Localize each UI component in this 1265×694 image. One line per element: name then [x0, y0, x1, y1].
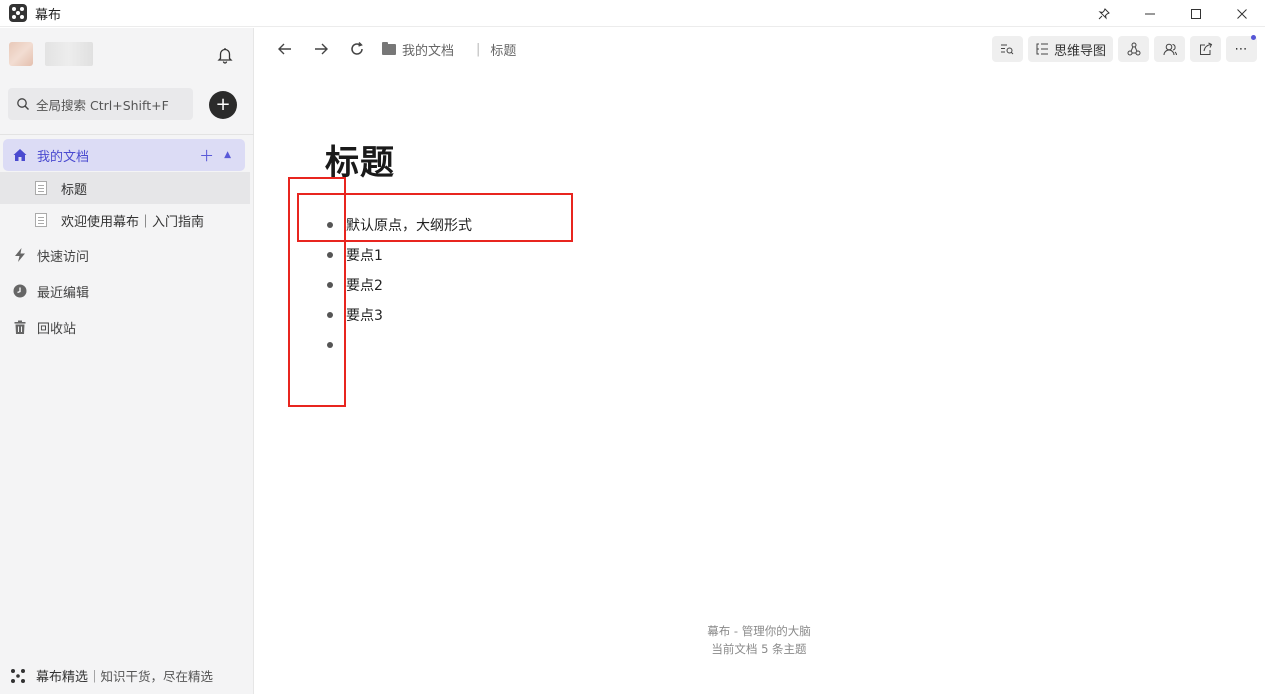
- sidebar: 全局搜索 Ctrl+Shift+F + 我的文档 ＋ ▲ 标题 欢迎使用幕布｜入…: [0, 28, 254, 694]
- close-button[interactable]: [1219, 0, 1265, 27]
- toolbar-actions: 思维导图 ⋯: [991, 35, 1257, 62]
- more-button[interactable]: ⋯: [1226, 35, 1257, 62]
- clock-icon: [12, 283, 28, 299]
- add-new-button[interactable]: +: [209, 91, 237, 119]
- featured-subtitle: 知识干货，尽在精选: [100, 669, 214, 684]
- document-icon: [35, 213, 47, 227]
- minimize-button[interactable]: [1127, 0, 1173, 27]
- back-arrow-icon[interactable]: [275, 39, 295, 59]
- notification-dot: [1251, 35, 1256, 40]
- mubu-logo-icon: [10, 668, 26, 684]
- mindmap-label: 思维导图: [1053, 43, 1106, 59]
- outline-item-text[interactable]: 要点1: [346, 245, 383, 265]
- sidebar-item-label: 回收站: [37, 321, 77, 337]
- doc-item-label: 欢迎使用幕布｜入门指南: [61, 214, 205, 230]
- refresh-icon[interactable]: [347, 39, 367, 59]
- window-title: 幕布: [35, 7, 62, 23]
- featured-separator: ｜: [88, 669, 101, 684]
- title-bar: 幕布: [0, 0, 1265, 27]
- sidebar-item-recent[interactable]: 最近编辑: [3, 275, 245, 307]
- featured-link[interactable]: 幕布精选 ｜ 知识干货，尽在精选: [10, 666, 213, 685]
- network-icon: [1127, 42, 1140, 56]
- breadcrumb-separator: |: [476, 42, 481, 57]
- forward-arrow-icon[interactable]: [311, 39, 331, 59]
- search-placeholder: 全局搜索 Ctrl+Shift+F: [36, 97, 169, 113]
- doc-item-welcome[interactable]: 欢迎使用幕布｜入门指南: [0, 204, 250, 236]
- more-icon: ⋯: [1234, 41, 1249, 57]
- maximize-button[interactable]: [1173, 0, 1219, 27]
- breadcrumb-current: 标题: [490, 44, 517, 59]
- share-button[interactable]: [1190, 36, 1221, 62]
- doc-item-label: 标题: [61, 182, 88, 198]
- app-logo-icon: [9, 4, 27, 22]
- share-network-button[interactable]: [1118, 36, 1149, 62]
- mindmap-icon: [1036, 43, 1048, 55]
- sidebar-item-recycle-bin[interactable]: 回收站: [3, 311, 245, 343]
- user-profile[interactable]: [9, 42, 93, 66]
- collapse-icon[interactable]: ▲: [224, 150, 231, 160]
- sidebar-item-label: 快速访问: [37, 249, 90, 265]
- window-controls: [1081, 0, 1265, 27]
- document-icon: [35, 181, 47, 195]
- bell-icon[interactable]: [216, 46, 234, 64]
- list-search-icon: [1001, 44, 1014, 55]
- collaborate-button[interactable]: [1154, 36, 1185, 62]
- home-icon: [12, 147, 28, 163]
- avatar[interactable]: [9, 42, 33, 66]
- sidebar-item-quick-access[interactable]: 快速访问: [3, 239, 245, 271]
- breadcrumb: 我的文档 | 标题: [382, 40, 516, 59]
- share-icon: [1199, 42, 1212, 55]
- outline-search-button[interactable]: [991, 36, 1023, 62]
- breadcrumb-folder[interactable]: 我的文档: [402, 40, 454, 59]
- featured-title: 幕布精选: [36, 670, 89, 685]
- trash-icon: [12, 319, 28, 335]
- lightning-icon: [12, 247, 28, 263]
- folder-icon: [382, 42, 396, 55]
- users-icon: [1163, 43, 1177, 56]
- sidebar-item-label: 我的文档: [37, 149, 90, 165]
- sidebar-item-my-docs[interactable]: 我的文档 ＋ ▲: [3, 139, 245, 171]
- outline-item-text[interactable]: 要点2: [346, 275, 383, 295]
- global-search-input[interactable]: 全局搜索 Ctrl+Shift+F: [8, 88, 193, 120]
- doc-toolbar: 我的文档 | 标题 思维导图 ⋯: [255, 28, 1265, 70]
- footer-slogan: 幕布 - 管理你的大脑: [707, 624, 811, 638]
- footer-topic-count: 当前文档 5 条主题: [711, 642, 807, 656]
- outline-item-text[interactable]: 要点3: [346, 305, 383, 325]
- add-doc-icon[interactable]: ＋: [199, 145, 214, 166]
- pin-icon[interactable]: [1081, 0, 1127, 27]
- sidebar-item-label: 最近编辑: [37, 285, 90, 301]
- doc-footer: 幕布 - 管理你的大脑 当前文档 5 条主题: [659, 622, 859, 658]
- annotation-box-first-item: [297, 193, 573, 242]
- username-blurred: [45, 42, 93, 66]
- search-icon: [17, 98, 29, 110]
- doc-item-title[interactable]: 标题: [0, 172, 250, 204]
- sidebar-divider: [0, 134, 254, 135]
- mindmap-button[interactable]: 思维导图: [1027, 36, 1113, 62]
